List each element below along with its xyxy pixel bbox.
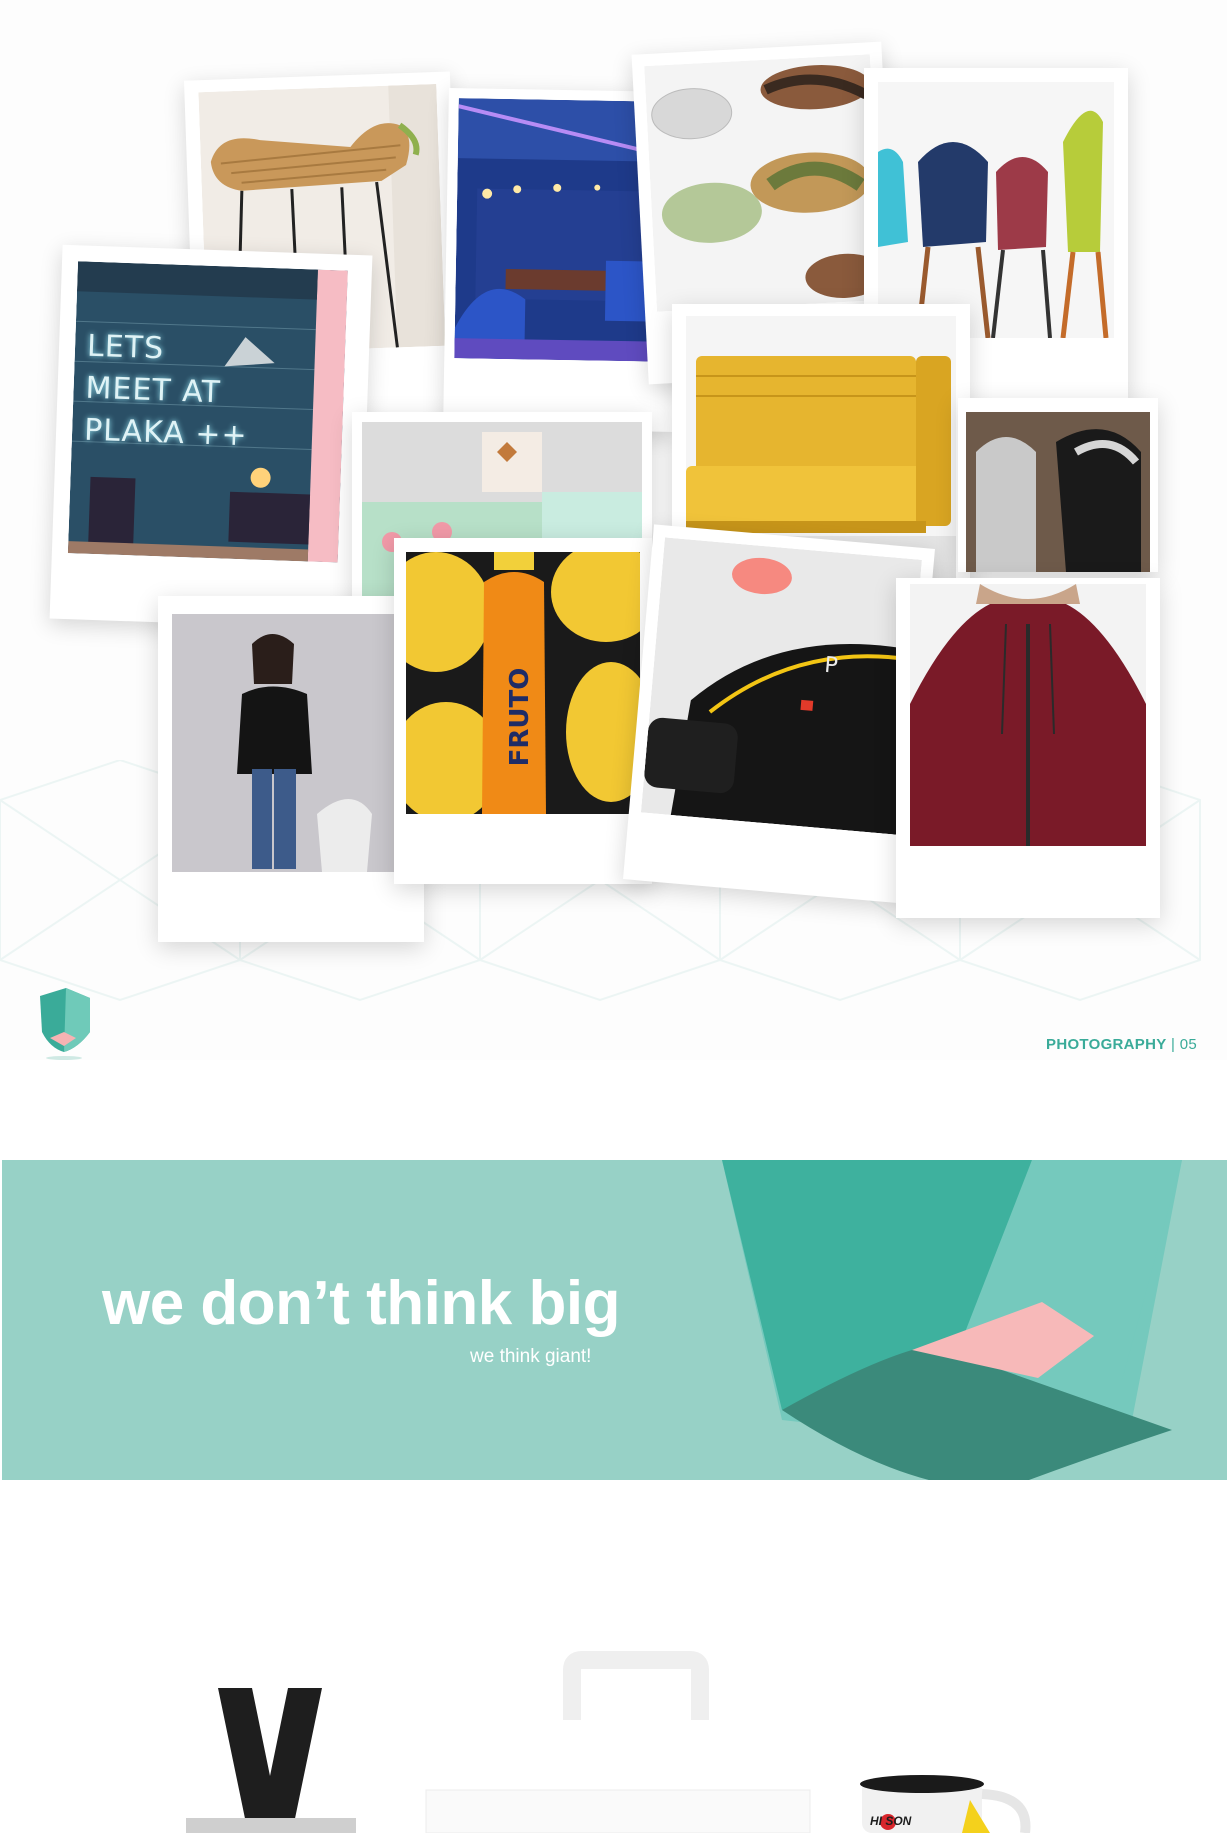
banner-title: we don’t think big — [102, 1269, 620, 1338]
merch-illustration — [186, 1651, 1031, 1834]
polaroid-fruto-bottle: FRUTO — [394, 538, 652, 884]
shield-gem-logo-icon — [40, 988, 90, 1060]
photography-page: LETS MEET AT PLAKA ++ FRUTO P PHOTOGRAPH… — [0, 0, 1227, 1060]
merchandise-preview: HI SON — [0, 1600, 1227, 1834]
polaroid-scooter: P — [623, 524, 935, 904]
footer-separator: | — [1171, 1036, 1176, 1053]
neon-sign-text: LETS MEET AT PLAKA ++ — [83, 328, 249, 454]
page-footer-label: PHOTOGRAPHY | 05 — [1046, 1036, 1197, 1053]
photo-fruto-bottle: FRUTO — [406, 552, 640, 814]
svg-text:P: P — [823, 653, 838, 679]
photo-bar-stools — [878, 82, 1114, 338]
photo-neon-sign: LETS MEET AT PLAKA ++ — [67, 261, 348, 563]
page-number: 05 — [1179, 1036, 1197, 1053]
polaroid-neon-sign: LETS MEET AT PLAKA ++ — [49, 244, 373, 630]
mug-brand-label: HI SON — [870, 1814, 912, 1828]
photo-sandals — [644, 54, 883, 312]
geometric-shape-graphic — [722, 1160, 1182, 1480]
photo-woman-portrait — [172, 614, 408, 872]
polaroid-slides — [958, 398, 1158, 572]
photo-slides — [966, 412, 1150, 572]
banner-subtitle: we think giant! — [470, 1346, 592, 1367]
photo-maroon-hoodie — [910, 584, 1146, 846]
section-label: PHOTOGRAPHY — [1046, 1036, 1167, 1053]
bottle-brand-label: FRUTO — [505, 667, 535, 767]
photo-scooter: P — [640, 537, 922, 835]
tagline-banner: we don’t think big we think giant! — [2, 1160, 1227, 1480]
polaroid-maroon-hoodie — [896, 578, 1160, 918]
polaroid-woman-portrait — [158, 596, 424, 942]
